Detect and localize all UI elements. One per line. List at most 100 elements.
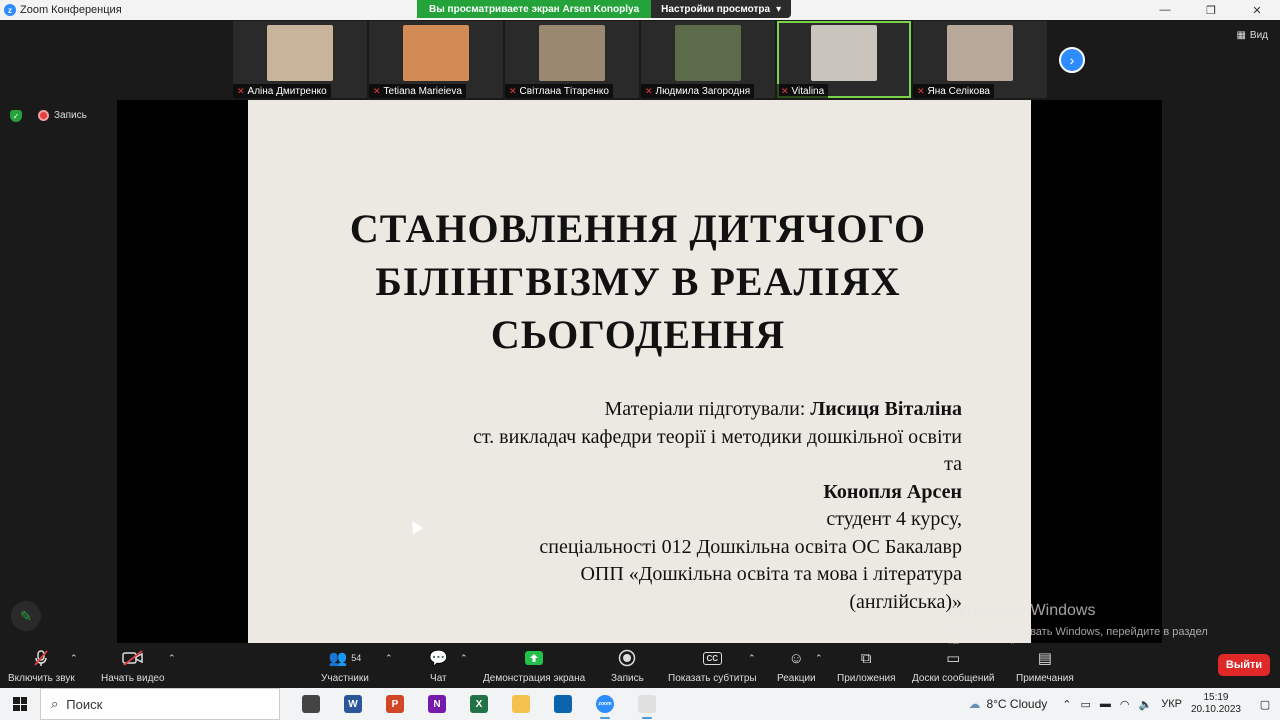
- language-indicator[interactable]: УКР: [1161, 698, 1182, 710]
- activation-title: Активация Windows: [948, 602, 1096, 619]
- video-options-caret[interactable]: ⌃: [168, 648, 176, 668]
- recording-label: Запись: [54, 110, 87, 121]
- cloud-icon: ☁: [968, 697, 981, 711]
- reactions-options-caret[interactable]: ⌃: [815, 648, 823, 668]
- clock[interactable]: 15:19 20.10.2023: [1191, 692, 1241, 716]
- participant-tile[interactable]: ✕ Аліна Дмитренко: [233, 21, 367, 98]
- chevron-down-icon: ▾: [776, 3, 782, 15]
- and-text: та: [944, 453, 962, 475]
- mail-icon: [554, 695, 572, 713]
- chat-options-caret[interactable]: ⌃: [460, 648, 468, 668]
- annotate-pencil-icon[interactable]: ✎: [11, 601, 41, 631]
- security-shield-icon[interactable]: ✓: [10, 110, 22, 122]
- taskbar-app-zoom[interactable]: zoom: [586, 688, 624, 720]
- presentation-slide: СТАНОВЛЕННЯ ДИТЯЧОГО БІЛІНГВІЗМУ В РЕАЛІ…: [248, 100, 1031, 643]
- notification-icon[interactable]: ▢: [1250, 688, 1280, 720]
- microphone-muted-icon: ✕: [373, 85, 381, 96]
- clock-date: 20.10.2023: [1190, 704, 1241, 715]
- whiteboards-label: Доски сообщений: [912, 673, 995, 684]
- author-name: Лисиця Віталіна: [810, 398, 962, 420]
- taskbar-app-explorer[interactable]: [502, 688, 540, 720]
- share-screen-button[interactable]: Демонстрация экрана: [483, 648, 585, 684]
- start-video-button[interactable]: Начать видео: [101, 648, 165, 684]
- battery-icon[interactable]: ▬: [1100, 698, 1111, 710]
- recording-indicator[interactable]: Запись: [38, 110, 87, 121]
- view-options-label: Настройки просмотра: [661, 3, 771, 15]
- participants-button[interactable]: 👥 54 Участники: [321, 648, 369, 684]
- participant-tile[interactable]: ✕ Світлана Тітаренко: [505, 21, 639, 98]
- participant-name-tag: ✕ Світлана Тітаренко: [505, 84, 613, 98]
- apps-button[interactable]: ⧉ Приложения: [837, 648, 896, 685]
- chevron-up-icon: ⌃: [748, 652, 756, 663]
- leave-button[interactable]: Выйти: [1218, 654, 1270, 676]
- maximize-button[interactable]: ❐: [1188, 0, 1234, 20]
- view-button[interactable]: ▦ Вид: [1236, 30, 1268, 41]
- chevron-up-icon[interactable]: ⌃: [1062, 698, 1071, 711]
- taskbar-app-powerpoint[interactable]: P: [376, 688, 414, 720]
- microphone-muted-icon: ✕: [645, 85, 653, 96]
- participant-video: [675, 25, 741, 81]
- apps-icon: ⧉: [860, 649, 872, 667]
- notes-icon: ▤: [1037, 650, 1052, 667]
- chat-bubble-icon: 💬: [429, 650, 448, 667]
- chat-button[interactable]: 💬 Чат: [429, 648, 448, 684]
- participant-tile[interactable]: ✕ Людмила Загородня: [641, 21, 775, 98]
- slide-title-line: СТАНОВЛЕННЯ ДИТЯЧОГО: [349, 206, 927, 251]
- taskbar-search[interactable]: ⌕ Поиск: [40, 688, 280, 720]
- network-icon[interactable]: ▭: [1080, 698, 1090, 711]
- slide-title: СТАНОВЛЕННЯ ДИТЯЧОГО БІЛІНГВІЗМУ В РЕАЛІ…: [288, 202, 988, 361]
- windows-logo-icon: [13, 697, 27, 711]
- participant-tile[interactable]: ✕ Tetiana Marieieva: [369, 21, 503, 98]
- taskbar-app-task-view[interactable]: [292, 688, 330, 720]
- participant-tile[interactable]: ✕ Яна Селікова: [913, 21, 1047, 98]
- participants-options-caret[interactable]: ⌃: [385, 648, 393, 668]
- screen-share-banner: Вы просматриваете экран Arsen Konoplya Н…: [417, 0, 792, 18]
- grid-view-icon: ▦: [1236, 30, 1246, 41]
- captions-label: Показать субтитры: [668, 673, 757, 684]
- zoom-icon: zoom: [596, 695, 614, 713]
- participant-name: Tetiana Marieieva: [383, 85, 462, 97]
- whiteboard-icon: ▭: [946, 650, 961, 667]
- captions-options-caret[interactable]: ⌃: [748, 648, 756, 668]
- taskbar-app-mail[interactable]: [544, 688, 582, 720]
- captions-button[interactable]: CC Показать субтитры: [668, 648, 757, 684]
- volume-icon[interactable]: 🔈: [1139, 698, 1153, 711]
- participant-tile[interactable]: ✕ Vitalina: [777, 21, 911, 98]
- reactions-button[interactable]: ☺ Реакции: [777, 648, 816, 685]
- taskbar-app-word[interactable]: W: [334, 688, 372, 720]
- unmute-button[interactable]: Включить звук: [8, 648, 75, 684]
- participant-name: Яна Селікова: [927, 85, 990, 97]
- notes-button[interactable]: ▤ Примечания: [1016, 648, 1074, 684]
- taskbar-app-snipping[interactable]: [628, 688, 666, 720]
- start-button[interactable]: [0, 688, 40, 720]
- taskbar-apps: W P N Xzoom: [292, 688, 666, 720]
- chevron-up-icon: ⌃: [168, 652, 176, 663]
- taskbar-app-onenote[interactable]: N: [418, 688, 456, 720]
- participant-name: Vitalina: [791, 85, 825, 97]
- microphone-muted-icon: ✕: [781, 85, 789, 96]
- participant-name: Світлана Тітаренко: [519, 85, 609, 97]
- weather-widget[interactable]: ☁ 8°C Cloudy: [968, 697, 1047, 711]
- minimize-button[interactable]: —: [1142, 0, 1188, 20]
- whiteboards-button[interactable]: ▭ Доски сообщений: [912, 648, 995, 684]
- slide-authors: Матеріали підготували: Лисиця Віталіна с…: [473, 396, 962, 616]
- participant-video: [811, 25, 877, 81]
- reactions-label: Реакции: [777, 673, 816, 684]
- wifi-icon[interactable]: ◠: [1120, 698, 1130, 711]
- participant-video: [267, 25, 333, 81]
- close-button[interactable]: ✕: [1234, 0, 1280, 20]
- taskbar-app-excel[interactable]: X: [460, 688, 498, 720]
- closed-captions-icon: CC: [702, 648, 723, 668]
- microphone-muted-icon: ✕: [237, 85, 245, 96]
- view-options-button[interactable]: Настройки просмотра ▾: [651, 0, 792, 18]
- audio-options-caret[interactable]: ⌃: [70, 648, 78, 668]
- record-button[interactable]: Запись: [611, 648, 644, 684]
- next-page-button[interactable]: ›: [1059, 47, 1085, 73]
- chevron-up-icon: ⌃: [385, 652, 393, 663]
- window-controls: — ❐ ✕: [1142, 0, 1280, 20]
- meeting-toolbar: Включить звук ⌃ Начать видео ⌃ 👥 54 Участ…: [0, 644, 1280, 688]
- apps-label: Приложения: [837, 673, 896, 684]
- chevron-up-icon: ⌃: [460, 652, 468, 663]
- share-screen-label: Демонстрация экрана: [483, 673, 586, 684]
- smiley-icon: ☺: [788, 649, 804, 667]
